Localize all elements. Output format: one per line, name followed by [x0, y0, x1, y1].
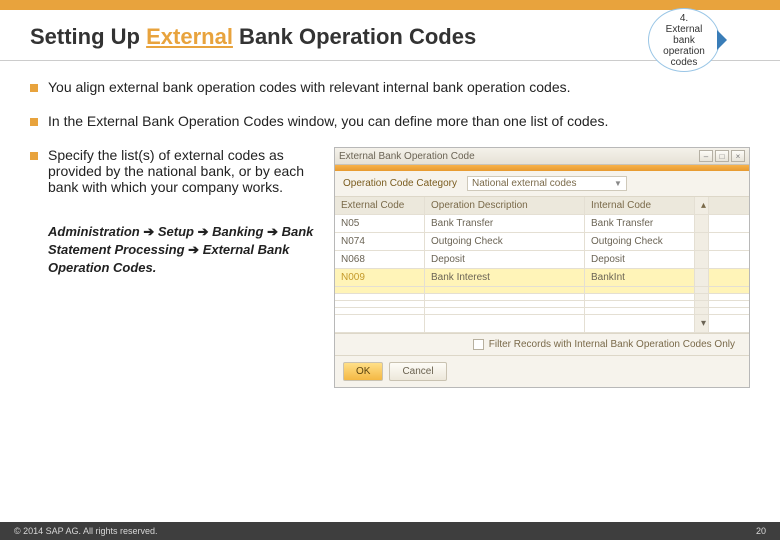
badge-line: codes [671, 57, 698, 68]
bullet-icon [30, 152, 38, 160]
two-column: Specify the list(s) of external codes as… [30, 147, 750, 388]
cell: Outgoing Check [585, 233, 695, 250]
scrollbar-track[interactable] [695, 287, 709, 293]
cell: N074 [335, 233, 425, 250]
cancel-button[interactable]: Cancel [389, 362, 446, 381]
bullet-item: You align external bank operation codes … [30, 79, 750, 95]
bullet-icon [30, 84, 38, 92]
cell: BankInt [585, 269, 695, 286]
scroll-up-icon[interactable]: ▴ [695, 197, 709, 214]
col-external-code: External Code [335, 197, 425, 214]
filter-checkbox[interactable] [473, 339, 484, 350]
arrow-icon: ➔ [188, 242, 203, 257]
cell [335, 287, 425, 293]
cell: Deposit [425, 251, 585, 268]
badge-number: 4. [680, 13, 688, 24]
bullet-text: Specify the list(s) of external codes as… [48, 147, 320, 195]
table-row[interactable]: N068 Deposit Deposit [335, 251, 749, 269]
page-title: Setting Up External Bank Operation Codes [30, 24, 476, 50]
slide-content: You align external bank operation codes … [0, 61, 780, 388]
scrollbar-track[interactable] [695, 215, 709, 232]
grid-header: External Code Operation Description Inte… [335, 197, 749, 215]
table-row-empty[interactable] [335, 308, 749, 315]
col-description: Operation Description [425, 197, 585, 214]
cell: Bank Interest [425, 269, 585, 286]
scrollbar-track[interactable] [695, 233, 709, 250]
slide-header: Setting Up External Bank Operation Codes… [0, 10, 780, 61]
cell: N05 [335, 215, 425, 232]
nav-seg: Administration [48, 224, 140, 239]
table-row[interactable]: N074 Outgoing Check Outgoing Check [335, 233, 749, 251]
close-icon[interactable]: × [731, 150, 745, 162]
scrollbar-track[interactable] [695, 251, 709, 268]
bullet-item: In the External Bank Operation Codes win… [30, 113, 750, 129]
bullet-item: Specify the list(s) of external codes as… [30, 147, 320, 195]
step-badge-wrap: 4. External bank operation codes [648, 8, 720, 72]
bullet-icon [30, 118, 38, 126]
page-number: 20 [756, 526, 766, 536]
category-row: Operation Code Category National externa… [335, 171, 749, 197]
step-badge: 4. External bank operation codes [648, 8, 720, 72]
cell: Outgoing Check [425, 233, 585, 250]
scrollbar-track[interactable] [695, 269, 709, 286]
window-titlebar: External Bank Operation Code – □ × [335, 148, 749, 165]
bullet-text: In the External Bank Operation Codes win… [48, 113, 608, 129]
table-row-empty[interactable]: ▾ [335, 315, 749, 333]
category-select[interactable]: National external codes ▼ [467, 176, 627, 191]
button-bar: OK Cancel [335, 355, 749, 387]
arrow-icon: ➔ [198, 224, 213, 239]
title-pre: Setting Up [30, 24, 146, 49]
col-internal-code: Internal Code [585, 197, 695, 214]
slide-footer: © 2014 SAP AG. All rights reserved. 20 [0, 522, 780, 540]
arrow-icon: ➔ [143, 224, 158, 239]
cell: N009 [335, 269, 425, 286]
title-post: Bank Operation Codes [233, 24, 476, 49]
bullet-text: You align external bank operation codes … [48, 79, 571, 95]
maximize-icon[interactable]: □ [715, 150, 729, 162]
cell: Bank Transfer [425, 215, 585, 232]
filter-row: Filter Records with Internal Bank Operat… [335, 333, 749, 355]
chevron-down-icon: ▼ [614, 179, 622, 188]
arrow-icon: ➔ [267, 224, 282, 239]
minimize-icon[interactable]: – [699, 150, 713, 162]
table-row-empty[interactable] [335, 301, 749, 308]
badge-line: External [666, 24, 703, 35]
badge-line: operation [663, 46, 705, 57]
category-label: Operation Code Category [343, 178, 457, 189]
ok-button[interactable]: OK [343, 362, 383, 381]
filter-label: Filter Records with Internal Bank Operat… [489, 339, 735, 350]
nav-seg: Banking [212, 224, 263, 239]
category-value: National external codes [472, 178, 577, 189]
nav-path: Administration ➔ Setup ➔ Banking ➔ Bank … [48, 223, 320, 278]
table-row-empty[interactable] [335, 294, 749, 301]
table-row-empty[interactable] [335, 287, 749, 294]
title-accent: External [146, 24, 233, 49]
badge-line: bank [673, 35, 695, 46]
table-row[interactable]: N05 Bank Transfer Bank Transfer [335, 215, 749, 233]
nav-seg: Setup [158, 224, 194, 239]
cell: N068 [335, 251, 425, 268]
app-window: External Bank Operation Code – □ × Opera… [334, 147, 750, 388]
scroll-down-icon: ▾ [695, 315, 709, 332]
copyright: © 2014 SAP AG. All rights reserved. [14, 526, 158, 536]
right-column: External Bank Operation Code – □ × Opera… [334, 147, 750, 388]
cell: Bank Transfer [585, 215, 695, 232]
left-column: Specify the list(s) of external codes as… [30, 147, 320, 388]
window-title: External Bank Operation Code [339, 151, 475, 162]
cell: Deposit [585, 251, 695, 268]
table-row-selected[interactable]: N009 Bank Interest BankInt [335, 269, 749, 287]
